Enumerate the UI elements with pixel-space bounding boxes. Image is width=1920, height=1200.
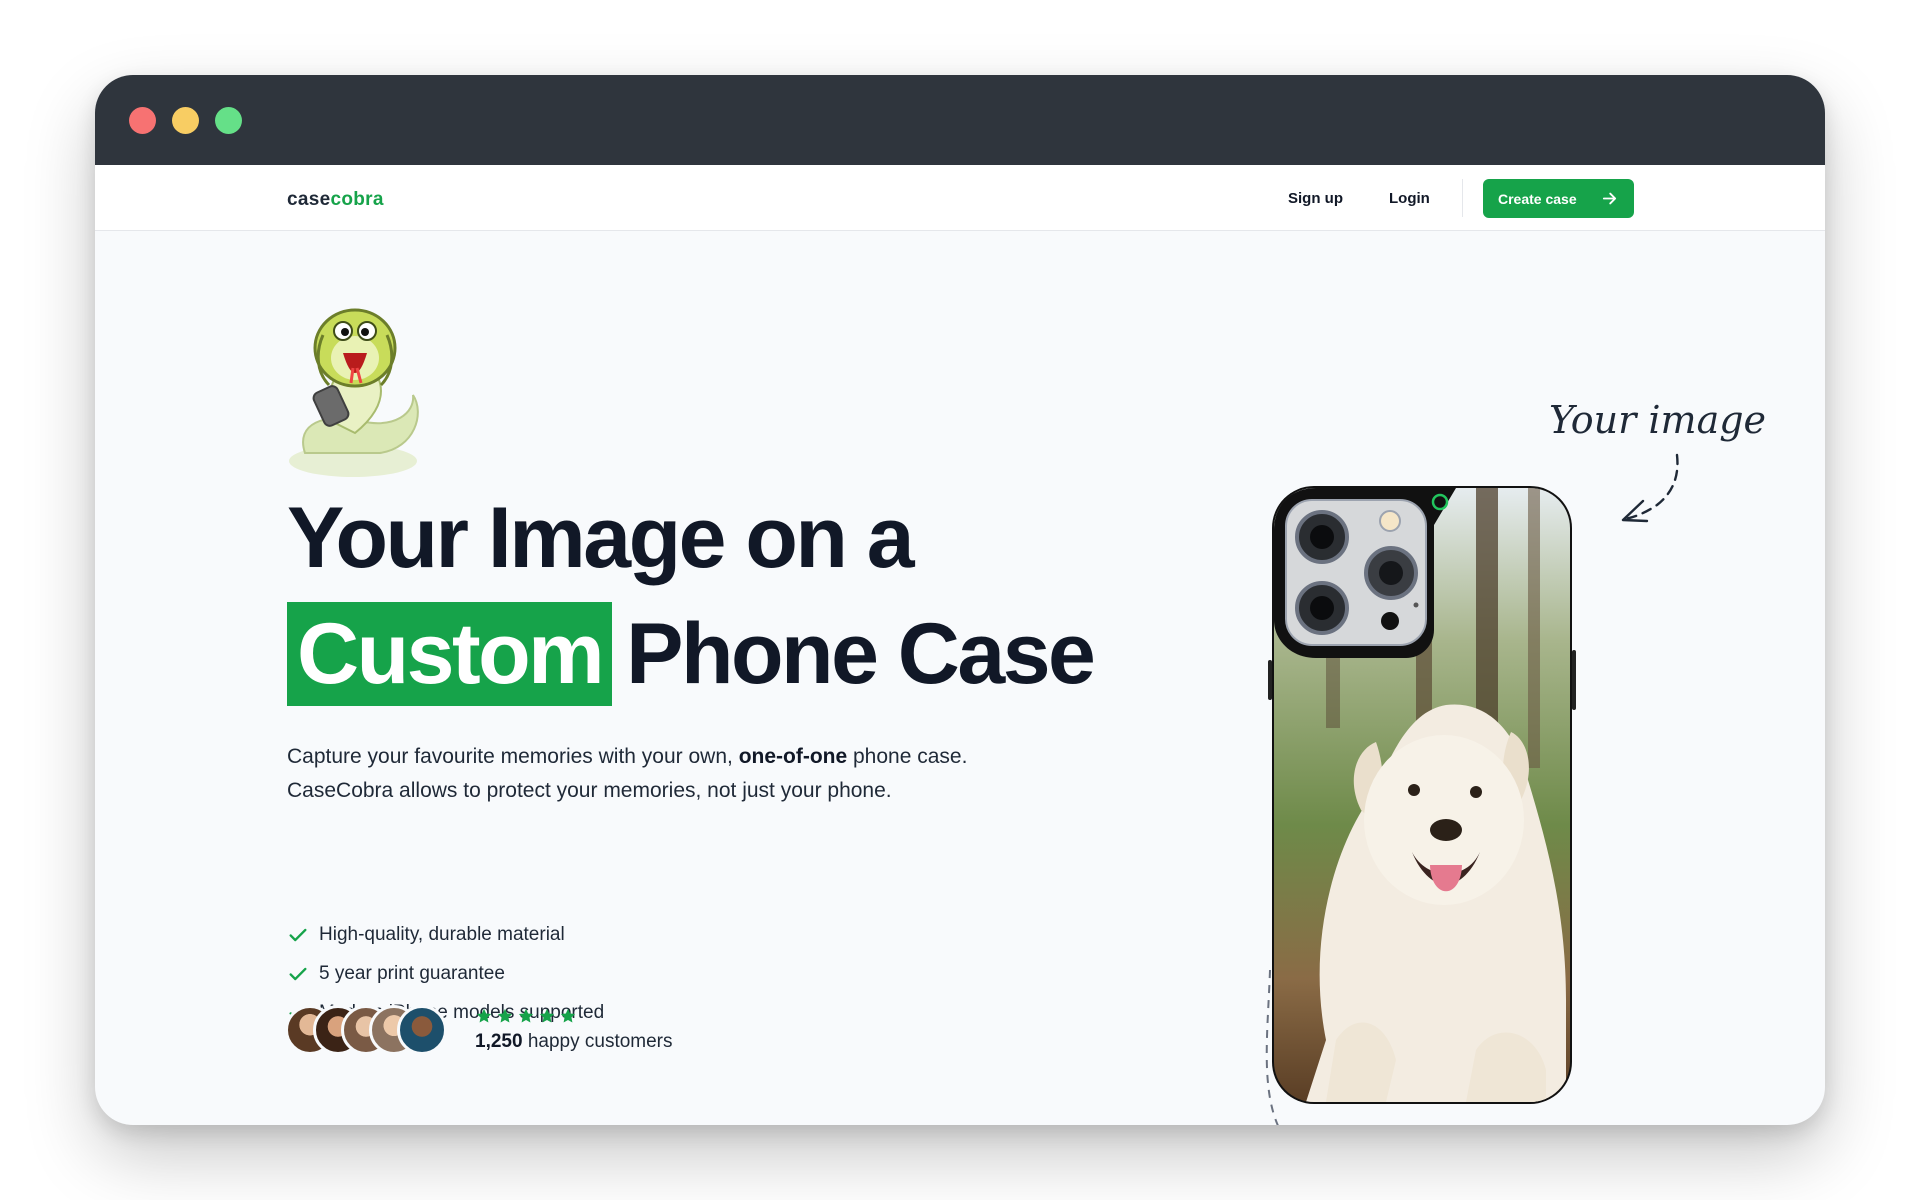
star-icon — [518, 1008, 534, 1023]
browser-window: casecobra Sign up Login Create case Your… — [95, 75, 1825, 1125]
site-logo[interactable]: casecobra — [287, 189, 384, 211]
signup-link[interactable]: Sign up — [1288, 190, 1343, 207]
description-text-1: Capture your favourite memories with you… — [287, 745, 739, 768]
headline-line-2-rest: Phone Case — [626, 606, 1096, 702]
login-link[interactable]: Login — [1389, 190, 1430, 207]
feature-text: 5 year print guarantee — [319, 962, 505, 984]
customer-count-label: happy customers — [522, 1031, 673, 1052]
feature-item: 5 year print guarantee — [287, 954, 604, 993]
feature-text: High-quality, durable material — [319, 923, 565, 945]
headline-highlight: Custom — [287, 602, 613, 706]
customer-count-number: 1,250 — [475, 1031, 523, 1052]
create-case-label: Create case — [1498, 190, 1577, 207]
snake-mascot-icon — [289, 308, 419, 477]
site-navbar: casecobra Sign up Login Create case — [95, 165, 1825, 231]
minimize-window-button[interactable] — [172, 107, 199, 134]
your-image-annotation: Your image — [1549, 398, 1766, 523]
star-icon — [476, 1008, 492, 1023]
headline-line-1: Your Image on a — [287, 490, 915, 586]
star-icon — [497, 1008, 513, 1023]
maximize-window-button[interactable] — [215, 107, 242, 134]
customer-count: 1,250 happy customers — [475, 1027, 673, 1057]
check-icon — [289, 928, 307, 941]
customer-avatars — [285, 1005, 455, 1055]
feature-item: High-quality, durable material — [287, 915, 604, 954]
rating-stars — [475, 1007, 577, 1025]
window-titlebar — [95, 75, 1825, 165]
logo-accent-text: cobra — [330, 189, 384, 210]
avatar — [397, 1005, 447, 1055]
headline-line-2: Custom Phone Case — [287, 602, 1096, 706]
create-case-button[interactable]: Create case — [1483, 179, 1634, 218]
hero-description: Capture your favourite memories with you… — [287, 740, 1047, 808]
check-icon — [289, 967, 307, 980]
description-bold: one-of-one — [738, 745, 848, 768]
close-window-button[interactable] — [129, 107, 156, 134]
your-image-label: Your image — [1549, 398, 1766, 442]
nav-divider — [1462, 179, 1463, 217]
arrow-right-icon — [1602, 192, 1617, 205]
phone-case-preview — [1268, 486, 1576, 1104]
star-icon — [539, 1008, 555, 1023]
star-icon — [560, 1008, 576, 1023]
logo-main-text: case — [287, 189, 331, 210]
